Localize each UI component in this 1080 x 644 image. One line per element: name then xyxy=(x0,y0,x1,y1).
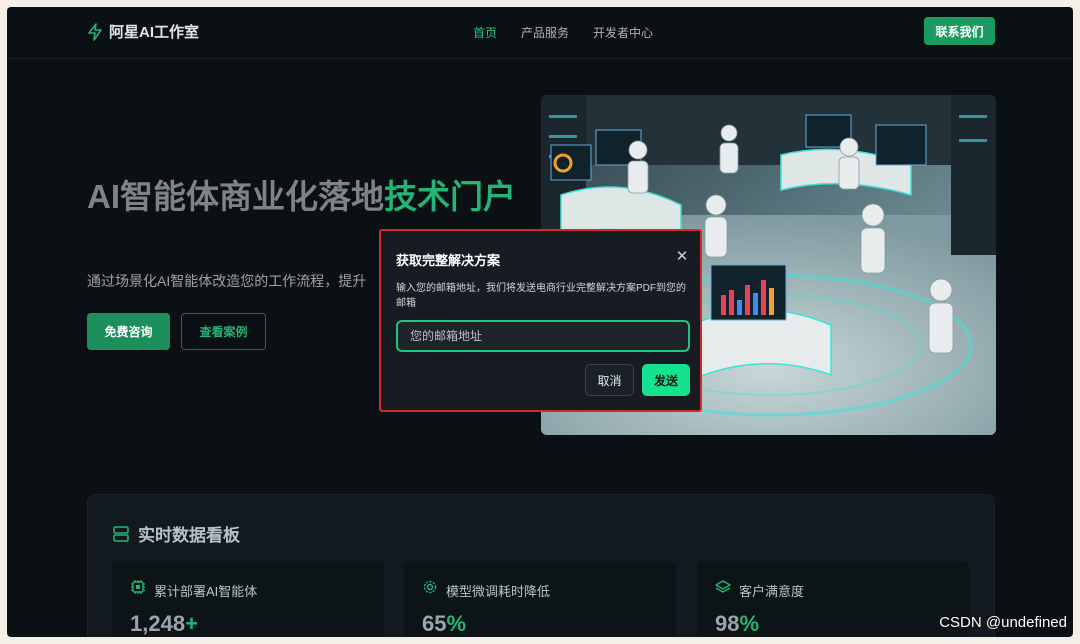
app-frame: 阿星AI工作室 首页 产品服务 开发者中心 联系我们 AI智能体商业化落地技术门… xyxy=(7,7,1073,637)
modal-description: 输入您的邮箱地址，我们将发送电商行业完整解决方案PDF到您的邮箱 xyxy=(396,283,686,309)
solution-modal: 获取完整解决方案 ✕ 输入您的邮箱地址，我们将发送电商行业完整解决方案PDF到您… xyxy=(379,229,702,412)
watermark: CSDN @undefined xyxy=(939,614,1067,631)
close-icon[interactable]: ✕ xyxy=(675,249,689,264)
send-button[interactable]: 发送 xyxy=(642,364,690,396)
modal-title: 获取完整解决方案 xyxy=(396,253,501,268)
email-input[interactable] xyxy=(396,320,690,352)
cancel-button[interactable]: 取消 xyxy=(585,364,634,396)
